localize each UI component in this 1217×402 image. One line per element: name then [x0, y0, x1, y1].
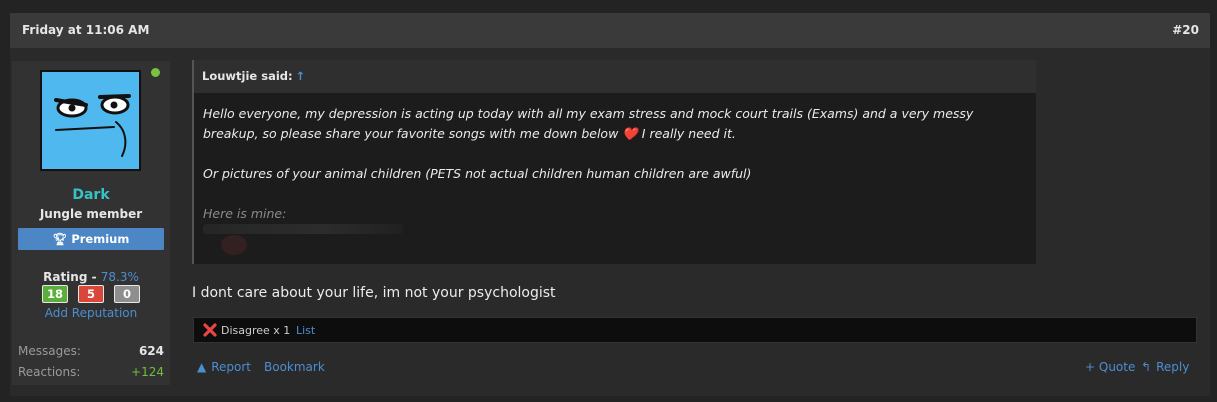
bookmark-button[interactable]: Bookmark [264, 360, 325, 374]
rating-percentage: 78.3% [100, 270, 139, 284]
post-message: I dont care about your life, im not your… [192, 285, 556, 301]
quote-author[interactable]: Louwtjie said: ↑ [202, 69, 305, 83]
quote-header: Louwtjie said: ↑ [194, 60, 1036, 93]
messages-label: Messages: [18, 344, 81, 358]
quote-paragraph: Hello everyone, my depression is acting … [203, 106, 974, 141]
blurred-image [221, 235, 247, 255]
report-button[interactable]: ▲ Report [197, 360, 251, 374]
warning-icon: ▲ [197, 360, 207, 374]
user-title: Jungle member [39, 207, 143, 221]
reputation-counts: 18 5 0 [42, 285, 140, 303]
neutral-rep-count: 0 [114, 285, 140, 303]
premium-badge: 🏆︎ Premium [18, 228, 164, 250]
messages-stat: Messages: 624 [18, 344, 164, 358]
positive-rep-count: 18 [42, 285, 68, 303]
avatar-image [42, 72, 139, 169]
quote-block: Louwtjie said: ↑ Hello everyone, my depre… [192, 60, 1036, 264]
post-number[interactable]: #20 [1172, 23, 1199, 37]
post-header: Friday at 11:06 AM #20 [10, 13, 1210, 48]
quote-paragraph-faded: Here is mine: [203, 206, 287, 221]
rating-label: Rating - [43, 270, 101, 284]
quote-author-label: Louwtjie said: [202, 69, 293, 83]
report-label: Report [211, 360, 252, 374]
add-reputation-link[interactable]: Add Reputation [12, 306, 170, 320]
online-status-icon [151, 68, 160, 77]
trophy-icon: 🏆︎ [52, 232, 68, 246]
quote-label: + Quote [1085, 360, 1136, 374]
negative-rep-count: 5 [78, 285, 104, 303]
avatar[interactable] [40, 70, 141, 171]
reactions-value: +124 [131, 365, 164, 379]
messages-value: 624 [138, 344, 164, 358]
blurred-content [203, 224, 403, 234]
reactions-label: Reactions: [18, 365, 81, 379]
quote-paragraph: Or pictures of your animal children (PET… [203, 166, 752, 181]
quote-button[interactable]: + Quote [1085, 360, 1135, 374]
reply-button[interactable]: ↰ Reply [1141, 360, 1189, 374]
forum-post: Friday at 11:06 AM #20 Dark Jungle membe… [10, 13, 1210, 396]
post-date[interactable]: Friday at 11:06 AM [22, 23, 149, 37]
username[interactable]: Dark [12, 187, 170, 203]
x-icon [203, 323, 217, 337]
rating: Rating - 78.3% [12, 270, 170, 284]
reaction-bar: Disagree x 1 List [193, 317, 1197, 343]
premium-badge-label: Premium [71, 232, 130, 246]
bookmark-label: Bookmark [264, 360, 325, 374]
user-info-panel: Dark Jungle member 🏆︎ Premium Rating - 7… [12, 61, 170, 385]
quote-body: Hello everyone, my depression is acting … [203, 104, 1023, 204]
reactions-stat: Reactions: +124 [18, 365, 164, 379]
reaction-list-link[interactable]: List [296, 324, 315, 337]
reply-label: Reply [1156, 360, 1190, 374]
reaction-summary[interactable]: Disagree x 1 [221, 324, 290, 337]
jump-to-quote-icon[interactable]: ↑ [296, 69, 306, 83]
reply-arrow-icon: ↰ [1141, 360, 1152, 374]
